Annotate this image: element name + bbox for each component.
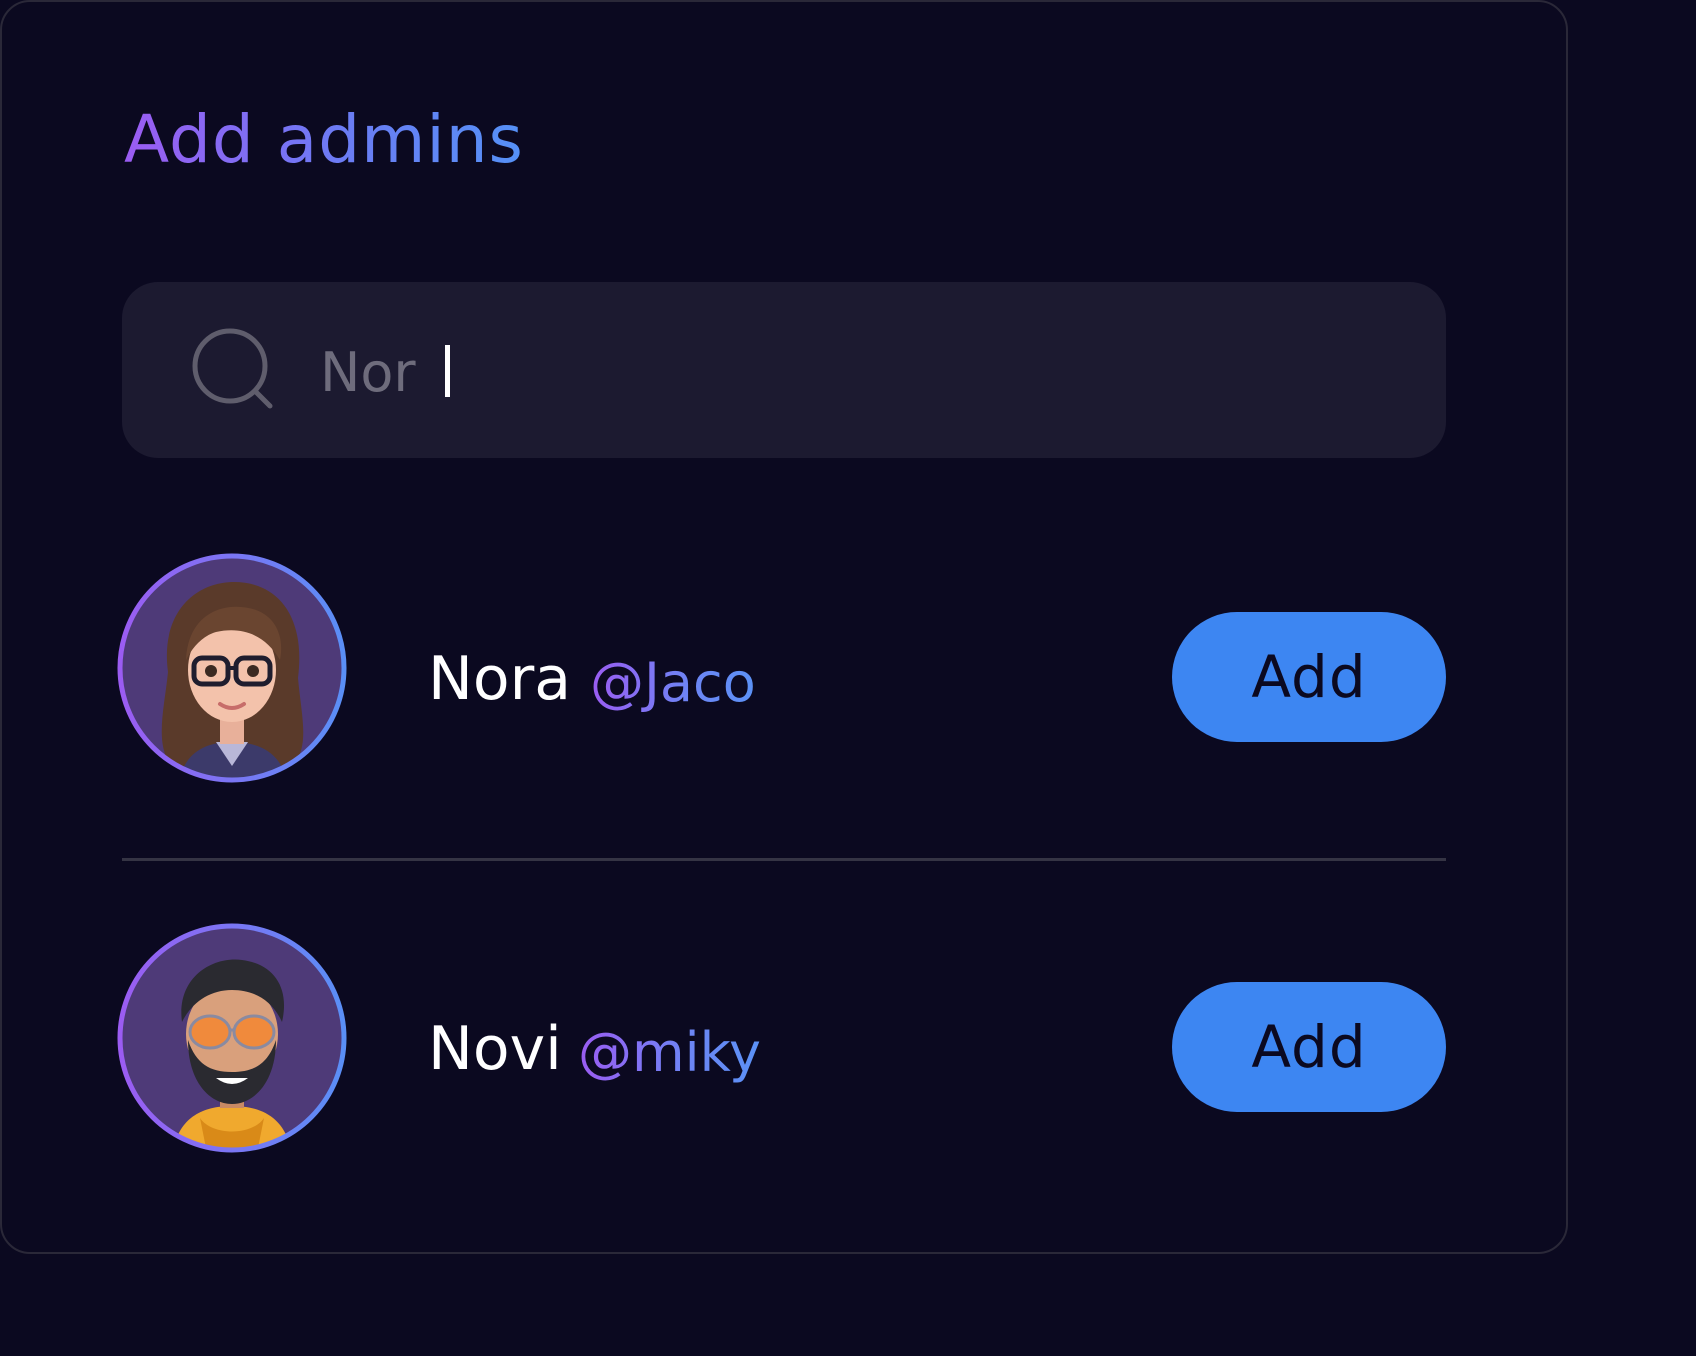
add-user-button[interactable]: Add	[1172, 612, 1446, 742]
avatar[interactable]	[116, 552, 348, 784]
user-name: Nora	[428, 644, 572, 714]
user-handle: @Jaco	[590, 648, 756, 718]
text-cursor	[445, 345, 450, 397]
search-input[interactable]	[320, 330, 1400, 414]
avatar[interactable]	[116, 922, 348, 1154]
user-name: Novi	[428, 1014, 562, 1084]
list-item: Nora @Jaco Add	[116, 552, 1448, 784]
list-item: Novi @miky Add	[116, 922, 1448, 1154]
divider	[122, 858, 1446, 861]
user-handle: @miky	[578, 1018, 761, 1088]
add-user-button[interactable]: Add	[1172, 982, 1446, 1112]
search-icon	[192, 328, 273, 409]
panel-title: Add admins	[124, 101, 524, 178]
